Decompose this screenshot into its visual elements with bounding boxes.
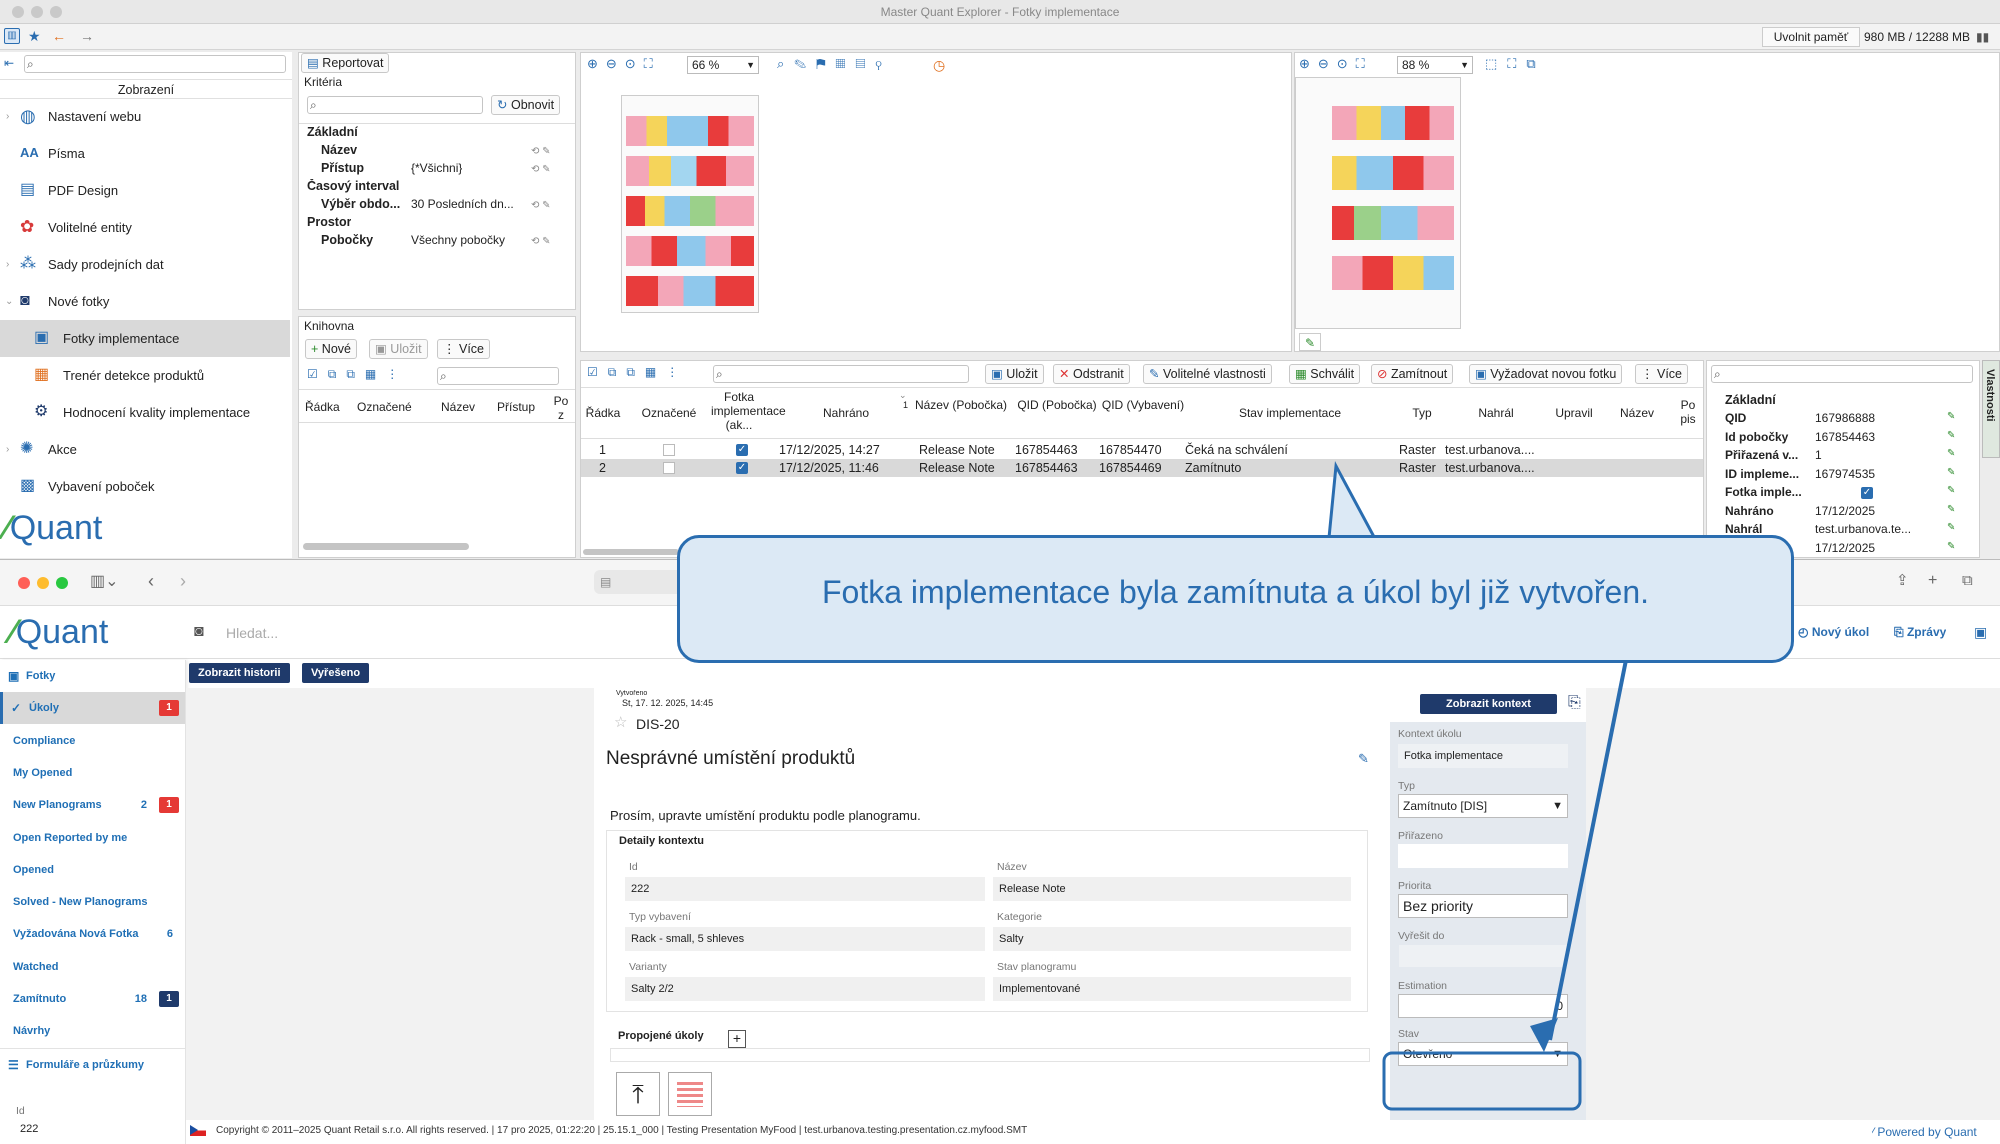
callout-arrow-head bbox=[1530, 1018, 1558, 1052]
state-highlight-box bbox=[1382, 1051, 1582, 1111]
callout-arrow-line bbox=[1548, 659, 1628, 1041]
callout-box: Fotka implementace byla zamítnuta a úkol… bbox=[677, 535, 1794, 663]
callout-text: Fotka implementace byla zamítnuta a úkol… bbox=[821, 574, 1650, 610]
callout-tail-joint bbox=[1333, 540, 1383, 546]
